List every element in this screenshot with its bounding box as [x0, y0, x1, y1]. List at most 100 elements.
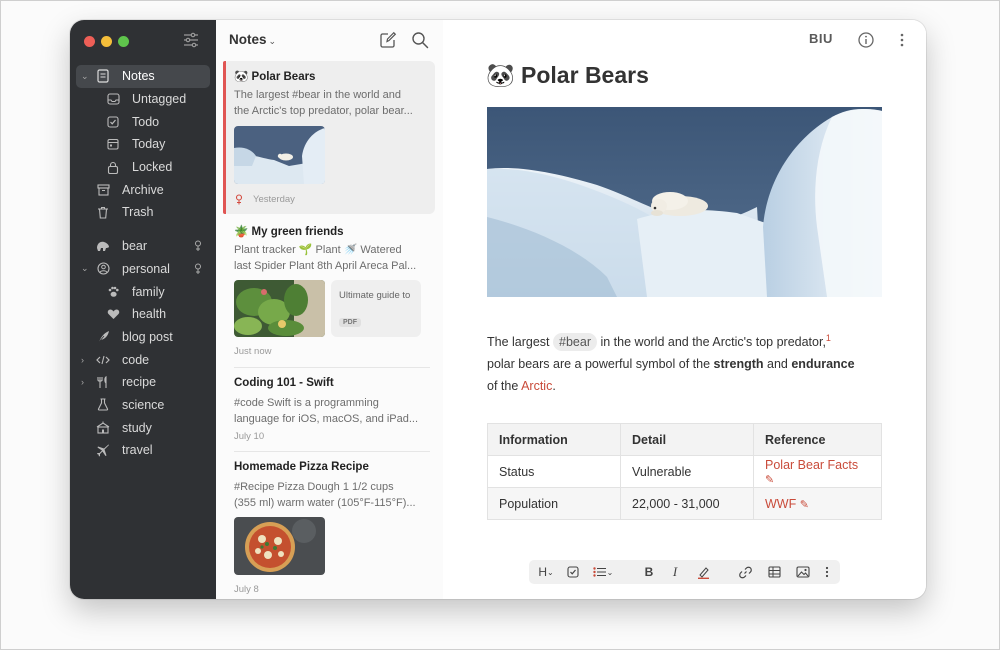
sidebar: ⌄ Notes Untagged Todo Today Locked Archi… — [70, 20, 216, 599]
list-button[interactable]: ⌄ — [589, 560, 617, 584]
note-list-title[interactable]: Notes ⌄ — [229, 32, 276, 47]
note-card-title: 🪴 My green friends — [234, 224, 344, 238]
chevron-right-icon[interactable]: › — [81, 377, 89, 387]
table-icon — [767, 566, 781, 578]
sidebar-item-todo[interactable]: Todo — [76, 110, 210, 133]
zoom-window-button[interactable] — [118, 36, 129, 47]
polar-bear-thumbnail — [234, 126, 325, 184]
note-card-coding-swift[interactable]: Coding 101 - Swift #code Swift is a prog… — [223, 370, 435, 452]
person-icon — [96, 262, 110, 276]
more-options-icon[interactable] — [898, 32, 906, 48]
note-list-title-label: Notes — [229, 32, 267, 47]
sidebar-item-travel[interactable]: travel — [76, 439, 210, 462]
sidebar-item-code[interactable]: › code — [76, 348, 210, 371]
pin-icon — [235, 194, 243, 205]
note-title[interactable]: 🐼 Polar Bears — [486, 62, 649, 89]
footnote-marker[interactable]: 1 — [826, 333, 831, 343]
chevron-down-icon: ⌄ — [606, 567, 614, 577]
sidebar-item-today[interactable]: Today — [76, 133, 210, 156]
link-button[interactable] — [737, 560, 753, 584]
title-emoji: 🐼 — [486, 62, 515, 88]
sliders-icon[interactable] — [183, 32, 199, 48]
sidebar-item-family[interactable]: family — [76, 280, 210, 303]
sidebar-item-blog-post[interactable]: blog post — [76, 326, 210, 349]
note-card-green-friends[interactable]: 🪴 My green friends Plant tracker 🌱 Plant… — [223, 216, 435, 364]
divider — [234, 367, 430, 368]
body-text: polar bears are a powerful symbol of the — [487, 357, 711, 372]
todo-button[interactable] — [563, 560, 583, 584]
image-button[interactable] — [795, 560, 811, 584]
bold-button[interactable]: B — [641, 560, 657, 584]
note-card-title: Homemade Pizza Recipe — [234, 461, 369, 473]
table-cell[interactable]: Population — [487, 487, 621, 520]
sidebar-item-label: code — [122, 352, 150, 367]
sidebar-item-label: Notes — [122, 69, 155, 84]
sidebar-item-bear[interactable]: bear — [76, 235, 210, 258]
format-biu-button[interactable]: BIU — [809, 31, 833, 46]
attachment-title: Ultimate guide to — [339, 290, 411, 301]
flask-icon — [96, 398, 110, 412]
reference-link[interactable]: Polar Bear Facts — [765, 458, 858, 472]
sidebar-item-untagged[interactable]: Untagged — [76, 88, 210, 111]
polar-bear-image[interactable] — [487, 107, 882, 297]
note-body-paragraph[interactable]: The largest #bear in the world and the A… — [487, 327, 887, 397]
sidebar-item-label: recipe — [122, 375, 157, 390]
sidebar-item-recipe[interactable]: › recipe — [76, 371, 210, 394]
arctic-link[interactable]: Arctic — [521, 379, 552, 393]
image-icon — [796, 566, 810, 578]
table-cell[interactable]: Status — [487, 455, 621, 488]
bear-tag[interactable]: #bear — [553, 333, 597, 352]
bold-text: endurance — [791, 357, 855, 372]
table-cell[interactable]: Polar Bear Facts ✎ — [753, 455, 882, 488]
reference-link[interactable]: WWF — [765, 497, 796, 511]
format-label: BIU — [809, 31, 833, 46]
chevron-down-icon: ⌄ — [546, 567, 554, 577]
sidebar-item-personal[interactable]: ⌄ personal — [76, 258, 210, 281]
body-text: in the world and the Arctic's top predat… — [600, 335, 826, 350]
chevron-down-icon[interactable]: ⌄ — [81, 71, 89, 82]
chevron-down-icon[interactable]: ⌄ — [81, 263, 89, 274]
highlight-button[interactable] — [695, 560, 711, 584]
airplane-icon — [96, 443, 110, 457]
note-card-polar-bears[interactable]: 🐼 Polar Bears The largest #bear in the w… — [223, 61, 435, 214]
sidebar-item-label: bear — [122, 239, 148, 254]
pdf-attachment[interactable]: Ultimate guide to PDF — [331, 280, 421, 337]
note-card-date: Yesterday — [253, 194, 295, 205]
sidebar-item-locked[interactable]: Locked — [76, 156, 210, 179]
sidebar-item-trash[interactable]: Trash — [76, 201, 210, 224]
close-window-button[interactable] — [84, 36, 95, 47]
search-icon[interactable] — [411, 31, 429, 49]
table-header[interactable]: Reference — [753, 423, 882, 456]
sidebar-item-label: family — [132, 284, 165, 299]
table-header[interactable]: Detail — [620, 423, 754, 456]
info-icon[interactable] — [858, 32, 874, 48]
sidebar-item-label: study — [122, 420, 152, 435]
tray-icon — [106, 92, 120, 106]
sidebar-item-science[interactable]: science — [76, 394, 210, 417]
note-card-preview: Plant tracker 🌱 Plant 🚿 Watered last Spi… — [234, 242, 430, 274]
table-cell[interactable]: WWF ✎ — [753, 487, 882, 520]
minimize-window-button[interactable] — [101, 36, 112, 47]
italic-button[interactable]: I — [667, 560, 683, 584]
sidebar-item-study[interactable]: study — [76, 416, 210, 439]
notes-icon — [96, 69, 110, 83]
table-cell[interactable]: Vulnerable — [620, 455, 754, 488]
sidebar-item-label: science — [122, 397, 165, 412]
sidebar-item-label: personal — [122, 261, 170, 276]
sidebar-item-health[interactable]: health — [76, 303, 210, 326]
chevron-down-icon[interactable]: ⌄ — [269, 36, 277, 46]
preview-line: #Recipe Pizza Dough 1 1/2 cups — [234, 481, 394, 493]
table-cell[interactable]: 22,000 - 31,000 — [620, 487, 754, 520]
toolbar-more-button[interactable] — [821, 560, 833, 584]
new-note-icon[interactable] — [379, 31, 397, 49]
heading-button[interactable]: H ⌄ — [535, 560, 557, 584]
table-button[interactable] — [766, 560, 782, 584]
bear-icon — [96, 239, 110, 253]
pin-icon — [195, 263, 201, 274]
sidebar-item-notes[interactable]: ⌄ Notes — [76, 65, 210, 88]
table-header[interactable]: Information — [487, 423, 621, 456]
chevron-right-icon[interactable]: › — [81, 355, 89, 365]
sidebar-item-archive[interactable]: Archive — [76, 178, 210, 201]
sidebar-item-label: Today — [132, 137, 166, 152]
note-card-pizza-recipe[interactable]: Homemade Pizza Recipe #Recipe Pizza Doug… — [223, 454, 435, 599]
